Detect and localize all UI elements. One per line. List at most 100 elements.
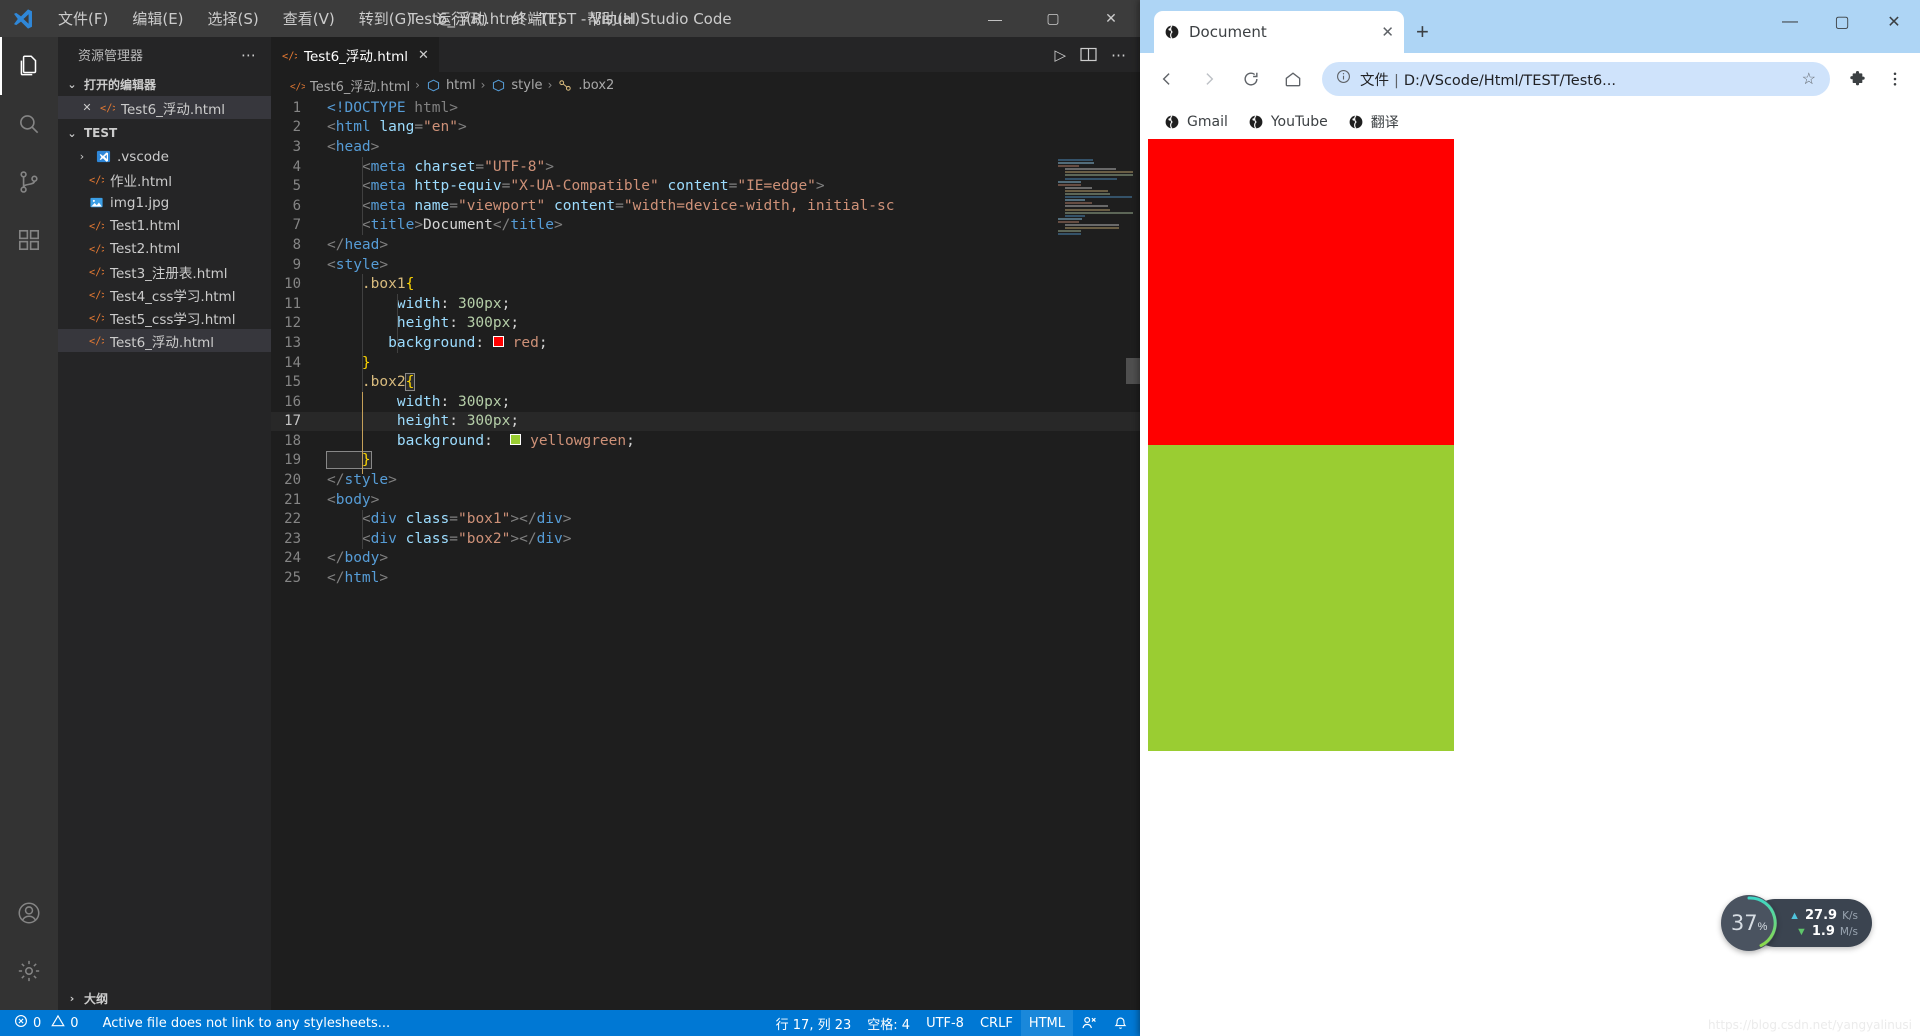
editor-tab-test6[interactable]: </> Test6_浮动.html ✕ xyxy=(271,37,439,72)
activity-search-icon[interactable] xyxy=(0,95,58,153)
back-icon[interactable] xyxy=(1148,60,1186,98)
puzzle-icon[interactable] xyxy=(1840,62,1874,96)
bookmark-star-icon[interactable]: ☆ xyxy=(1802,69,1816,89)
new-tab-button[interactable]: + xyxy=(1416,21,1429,43)
minimize-button[interactable]: — xyxy=(1764,0,1816,44)
activity-settings-gear-icon[interactable] xyxy=(0,942,58,1000)
code-line[interactable]: 24 </body> xyxy=(271,549,1140,569)
tree-item-test1-html[interactable]: </> Test1.html xyxy=(58,214,271,237)
tree-item-test2-html[interactable]: </> Test2.html xyxy=(58,237,271,260)
menu-help[interactable]: 帮助(H) xyxy=(575,5,652,32)
menu-run[interactable]: 运行(R) xyxy=(424,5,500,32)
status-feedback-icon[interactable] xyxy=(1073,1010,1105,1036)
activity-account-icon[interactable] xyxy=(0,884,58,942)
bookmark-youtube[interactable]: YouTube xyxy=(1238,110,1338,134)
tree-item-test6-html[interactable]: </> Test6_浮动.html xyxy=(58,329,271,352)
activity-source-control-icon[interactable] xyxy=(0,153,58,211)
code-line[interactable]: 20 </style> xyxy=(271,470,1140,490)
status-eol[interactable]: CRLF xyxy=(972,1010,1021,1036)
three-dot-menu-icon[interactable] xyxy=(1878,62,1912,96)
tree-item-test3-html[interactable]: </> Test3_注册表.html xyxy=(58,260,271,283)
menu-selection[interactable]: 选择(S) xyxy=(196,5,271,32)
minimap[interactable] xyxy=(1058,159,1133,236)
address-bar[interactable]: 文件 | D:/VScode/Html/TEST/Test6... ☆ xyxy=(1322,62,1830,96)
close-icon[interactable]: ✕ xyxy=(418,48,429,63)
code-line[interactable]: 6 <meta name="viewport" content="width=d… xyxy=(271,196,1140,216)
menu-file[interactable]: 文件(F) xyxy=(46,5,120,32)
status-language-mode[interactable]: HTML xyxy=(1020,1010,1073,1036)
code-line[interactable]: 11 width: 300px; xyxy=(271,294,1140,314)
code-line[interactable]: 15 .box2{ xyxy=(271,372,1140,392)
browser-tab-document[interactable]: Document ✕ xyxy=(1154,11,1404,53)
activity-explorer-icon[interactable] xyxy=(0,37,58,95)
close-button[interactable]: ✕ xyxy=(1868,0,1920,44)
tree-item-test5-html[interactable]: </> Test5_css学习.html xyxy=(58,306,271,329)
code-line[interactable]: 14 } xyxy=(271,353,1140,373)
code-line[interactable]: 4 <meta charset="UTF-8"> xyxy=(271,157,1140,177)
menu-go[interactable]: 转到(G) xyxy=(347,5,424,32)
activity-extensions-icon[interactable] xyxy=(0,211,58,269)
maximize-button[interactable]: ▢ xyxy=(1816,0,1868,44)
color-swatch-icon[interactable] xyxy=(510,434,522,446)
open-editors-section-header[interactable]: ⌄ 打开的编辑器 xyxy=(58,72,271,96)
status-indentation[interactable]: 空格: 4 xyxy=(859,1010,918,1036)
status-bell-icon[interactable] xyxy=(1105,1010,1136,1036)
outline-section-header[interactable]: › 大纲 xyxy=(58,986,271,1010)
code-line[interactable]: 1 <!DOCTYPE html> xyxy=(271,98,1140,118)
code-line[interactable]: 22 <div class="box1"></div> xyxy=(271,509,1140,529)
tree-item-img1-jpg[interactable]: img1.jpg xyxy=(58,191,271,214)
code-line[interactable]: 21 <body> xyxy=(271,490,1140,510)
color-swatch-icon[interactable] xyxy=(492,336,504,348)
chevron-right-icon[interactable]: › xyxy=(74,150,90,163)
split-editor-icon[interactable] xyxy=(1080,47,1097,62)
editor-scrollbar[interactable] xyxy=(1126,358,1140,384)
status-message[interactable]: Active file does not link to any stylesh… xyxy=(95,1010,399,1036)
bookmark-translate[interactable]: 翻译 xyxy=(1338,108,1409,136)
breadcrumb-style[interactable]: style xyxy=(490,77,543,93)
code-line[interactable]: 19 } xyxy=(271,451,1140,471)
run-icon[interactable]: ▷ xyxy=(1054,46,1066,64)
code-line[interactable]: 12 height: 300px; xyxy=(271,314,1140,334)
code-line[interactable]: 13 background: red; xyxy=(271,333,1140,353)
explorer-more-actions-icon[interactable]: ⋯ xyxy=(235,46,263,64)
network-speed-widget[interactable]: 37% ▲ 27.9 K/s ▼ 1.9 M/s xyxy=(1721,895,1872,951)
code-line[interactable]: 5 <meta http-equiv="X-UA-Compatible" con… xyxy=(271,176,1140,196)
code-line[interactable]: 2 <html lang="en"> xyxy=(271,118,1140,138)
menu-edit[interactable]: 编辑(E) xyxy=(120,5,195,32)
code-line[interactable]: 7 <title>Document</title> xyxy=(271,216,1140,236)
tree-item-test4-html[interactable]: </> Test4_css学习.html xyxy=(58,283,271,306)
code-line[interactable]: 10 .box1{ xyxy=(271,274,1140,294)
code-line[interactable]: 25 </html> xyxy=(271,568,1140,588)
close-button[interactable]: ✕ xyxy=(1082,0,1140,37)
code-line[interactable]: 3 <head> xyxy=(271,137,1140,157)
close-icon[interactable]: ✕ xyxy=(80,101,94,114)
info-icon[interactable] xyxy=(1336,69,1351,89)
code-line[interactable]: 8 </head> xyxy=(271,235,1140,255)
code-line[interactable]: 18 background: yellowgreen; xyxy=(271,431,1140,451)
menu-view[interactable]: 查看(V) xyxy=(271,5,347,32)
bookmark-gmail[interactable]: Gmail xyxy=(1154,110,1238,134)
open-editor-item-test6[interactable]: ✕ </> Test6_浮动.html xyxy=(58,96,271,119)
breadcrumb-html[interactable]: html xyxy=(425,77,476,93)
code-line[interactable]: 23 <div class="box2"></div> xyxy=(271,529,1140,549)
code-line[interactable]: 9 <style> xyxy=(271,255,1140,275)
maximize-button[interactable]: ▢ xyxy=(1024,0,1082,37)
forward-icon[interactable] xyxy=(1190,60,1228,98)
vscode-menubar[interactable]: 文件(F) 编辑(E) 选择(S) 查看(V) 转到(G) 运行(R) 终端(T… xyxy=(46,5,652,32)
breadcrumb-file[interactable]: </> Test6_浮动.html xyxy=(289,76,410,95)
tree-item-vscode-folder[interactable]: › .vscode xyxy=(58,145,271,168)
reload-icon[interactable] xyxy=(1232,60,1270,98)
more-actions-icon[interactable]: ⋯ xyxy=(1111,46,1126,64)
code-lines[interactable]: 1 <!DOCTYPE html> 2 <html lang="en"> 3 <head>… xyxy=(271,98,1140,588)
status-cursor-position[interactable]: 行 17, 列 23 xyxy=(768,1010,860,1036)
status-encoding[interactable]: UTF-8 xyxy=(918,1010,972,1036)
close-icon[interactable]: ✕ xyxy=(1381,23,1394,41)
home-icon[interactable] xyxy=(1274,60,1312,98)
minimize-button[interactable]: — xyxy=(966,0,1024,37)
workspace-section-header[interactable]: ⌄ TEST xyxy=(58,121,271,145)
code-editor[interactable]: 1 <!DOCTYPE html> 2 <html lang="en"> 3 <head>… xyxy=(271,98,1140,1010)
tree-item-zuoye-html[interactable]: </> 作业.html xyxy=(58,168,271,191)
code-line[interactable]: 17 height: 300px; xyxy=(271,411,1140,432)
code-line[interactable]: 16 width: 300px; xyxy=(271,392,1140,412)
menu-terminal[interactable]: 终端(T) xyxy=(500,5,575,32)
